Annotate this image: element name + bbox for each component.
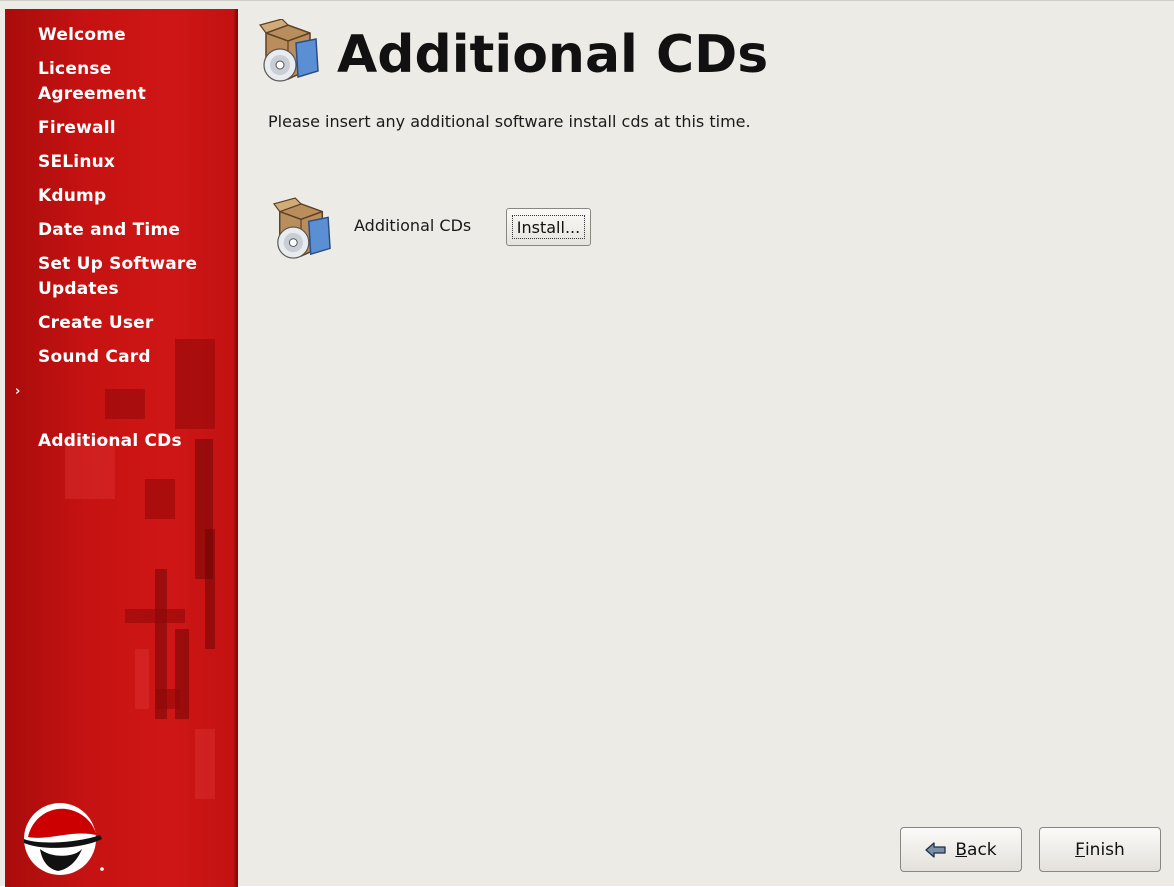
redhat-shadowman-icon <box>24 803 104 875</box>
step-welcome: Welcome <box>5 23 238 48</box>
additional-cds-label: Additional CDs <box>354 216 472 235</box>
step-label: Date and Time <box>38 220 181 240</box>
step-label: Firewall <box>38 118 116 138</box>
finish-mnemonic: F <box>1075 839 1085 860</box>
back-label: ack <box>967 839 997 860</box>
step-label: Kdump <box>38 186 107 206</box>
back-mnemonic: B <box>955 839 968 860</box>
step-label: Additional CDs <box>38 431 182 451</box>
sidebar-decoration <box>155 689 180 709</box>
step-date-and-time: Date and Time <box>5 218 238 243</box>
sidebar-decoration <box>195 729 215 799</box>
step-software-updates: Set Up Software Updates <box>5 252 238 302</box>
step-label: Create User <box>38 313 154 333</box>
step-label: Sound Card <box>38 347 151 367</box>
step-label: Welcome <box>38 25 126 45</box>
step-additional-cds: › Additional CDs <box>5 379 238 454</box>
install-button-label: Install... <box>512 215 585 239</box>
step-sound-card: Sound Card <box>5 345 238 370</box>
back-button[interactable]: Back <box>900 827 1022 872</box>
sidebar-decoration <box>145 479 175 519</box>
page-title: Additional CDs <box>337 25 769 85</box>
sidebar: Welcome License Agreement Firewall SELin… <box>5 9 238 887</box>
finish-label: inish <box>1084 839 1125 860</box>
software-box-cd-icon <box>258 19 319 82</box>
step-selinux: SELinux <box>5 150 238 175</box>
step-kdump: Kdump <box>5 184 238 209</box>
back-arrow-icon <box>925 841 947 858</box>
current-step-arrow-icon: › <box>15 384 21 399</box>
step-license-agreement: License Agreement <box>5 57 238 107</box>
step-label: License Agreement <box>38 59 147 104</box>
step-firewall: Firewall <box>5 116 238 141</box>
sidebar-decoration <box>205 529 215 649</box>
sidebar-decoration <box>135 649 149 709</box>
software-box-cd-icon <box>272 197 331 259</box>
firstboot-window: Welcome License Agreement Firewall SELin… <box>0 0 1174 887</box>
intro-text: Please insert any additional software in… <box>268 112 751 131</box>
install-button[interactable]: Install... <box>506 208 591 246</box>
finish-button[interactable]: Finish <box>1039 827 1161 872</box>
sidebar-decoration <box>125 609 185 623</box>
step-label: Set Up Software Updates <box>38 254 198 299</box>
step-label: SELinux <box>38 152 116 172</box>
step-create-user: Create User <box>5 311 238 336</box>
step-list: Welcome License Agreement Firewall SELin… <box>5 23 238 463</box>
